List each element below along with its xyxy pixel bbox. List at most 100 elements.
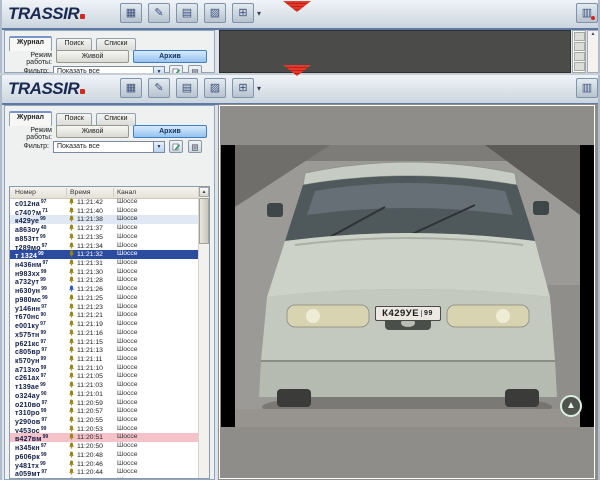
channel-cell: Шоссе: [117, 242, 138, 251]
column-header-time[interactable]: Время: [70, 189, 90, 196]
filter-row: Фильтр: Показать все▼: [5, 140, 214, 155]
column-header-channel[interactable]: Канал: [117, 189, 136, 196]
table-row[interactable]: с805вр97 11:21:13 Шоссе: [10, 346, 199, 355]
filter-delete-button[interactable]: [188, 140, 202, 153]
event-bell-icon: [68, 468, 75, 475]
table-row[interactable]: с740?м71 11:21:40 Шоссе: [10, 207, 199, 216]
filter-edit-button[interactable]: [169, 140, 183, 153]
picture-icon[interactable]: ▨: [204, 3, 226, 23]
column-header-plate[interactable]: Номер: [15, 189, 36, 196]
event-bell-icon: [68, 276, 75, 283]
filter-select[interactable]: Показать все▼: [53, 141, 165, 153]
video-view-top[interactable]: [219, 30, 571, 73]
table-row[interactable]: с012на97 11:21:42 Шоссе: [10, 198, 199, 207]
table-row[interactable]: у290ов97 11:20:55 Шоссе: [10, 416, 199, 425]
side-panel-icon[interactable]: ▥: [576, 78, 598, 98]
side-panel-icon[interactable]: ▥: [576, 3, 598, 23]
table-row[interactable]: н436нм97 11:21:31 Шоссе: [10, 259, 199, 268]
table-row[interactable]: а059мт97 11:20:44 Шоссе: [10, 468, 199, 477]
table-row[interactable]: р980мс99 11:21:25 Шоссе: [10, 294, 199, 303]
event-bell-icon: [68, 390, 75, 397]
archive-button[interactable]: Архив: [133, 125, 207, 138]
edit-icon[interactable]: ✎: [148, 3, 170, 23]
layout-grid-icon[interactable]: ▦: [120, 3, 142, 23]
watermark-logo-icon: ▲: [560, 395, 582, 417]
record-dot-icon: [591, 16, 595, 20]
table-row[interactable]: у453ос99 11:20:53 Шоссе: [10, 425, 199, 434]
table-row[interactable]: н345кн97 11:20:50 Шоссе: [10, 442, 199, 451]
journal-icon[interactable]: ▤: [176, 3, 198, 23]
channel-cell: Шоссе: [117, 460, 138, 469]
event-bell-icon: [68, 215, 75, 222]
grid-menu-icon[interactable]: ⊞: [232, 3, 254, 23]
picture-icon[interactable]: ▨: [204, 78, 226, 98]
pencil-icon: [172, 68, 180, 73]
menu-caret-icon[interactable]: ▾: [257, 9, 261, 18]
table-row[interactable]: о210во97 11:20:59 Шоссе: [10, 399, 199, 408]
table-row[interactable]: е001ку97 11:21:19 Шоссе: [10, 320, 199, 329]
table-row[interactable]: т 132499 11:21:32 Шоссе: [10, 250, 199, 259]
channel-cell: Шоссе: [117, 425, 138, 434]
screen: TRASSIR ▦ ✎ ▤ ▨ ⊞ ▾ ▥ Журнал Поиск Списк…: [0, 0, 600, 480]
table-row[interactable]: в853тт99 11:21:35 Шоссе: [10, 233, 199, 242]
event-bell-icon: [68, 329, 75, 336]
channel-cell: Шоссе: [117, 355, 138, 364]
table-row[interactable]: х575тн99 11:21:16 Шоссе: [10, 329, 199, 338]
scroll-up-icon[interactable]: ▲: [199, 187, 209, 197]
channel-cell: Шоссе: [117, 233, 138, 242]
time-cell: 11:20:42: [68, 477, 103, 478]
filmstrip-scrollbar[interactable]: ▲: [587, 30, 599, 73]
table-row[interactable]: т139ае99 11:21:03 Шоссе: [10, 381, 199, 390]
event-bell-icon: [68, 268, 75, 275]
table-row[interactable]: в427вм99 11:20:51 Шоссе: [10, 433, 199, 442]
table-row[interactable]: т158хо99 11:20:42 Шоссе: [10, 477, 199, 478]
grid-menu-icon[interactable]: ⊞: [232, 78, 254, 98]
table-row[interactable]: т310ро99 11:20:57 Шоссе: [10, 407, 199, 416]
channel-cell: Шоссе: [117, 390, 138, 399]
channel-cell: Шоссе: [117, 407, 138, 416]
table-row[interactable]: с261ах97 11:21:05 Шоссе: [10, 372, 199, 381]
event-bell-icon: [68, 381, 75, 388]
layout-grid-icon[interactable]: ▦: [120, 78, 142, 98]
menu-caret-icon[interactable]: ▾: [257, 84, 261, 93]
live-button[interactable]: Живой: [56, 125, 129, 138]
video-panel[interactable]: К429УЕ99 ▲: [218, 104, 598, 480]
filter-delete-button[interactable]: [188, 65, 202, 73]
table-row[interactable]: к570ун99 11:21:11 Шоссе: [10, 355, 199, 364]
table-row[interactable]: р621кс97 11:21:15 Шоссе: [10, 338, 199, 347]
table-scrollbar[interactable]: ▲: [198, 187, 209, 478]
trassir-logo: TRASSIR: [8, 4, 85, 24]
filter-edit-button[interactable]: [169, 65, 183, 73]
table-row[interactable]: н983хх99 11:21:30 Шоссе: [10, 268, 199, 277]
table-row[interactable]: а863оу40 11:21:37 Шоссе: [10, 224, 199, 233]
event-bell-icon: [68, 399, 75, 406]
live-button[interactable]: Живой: [56, 50, 129, 63]
plates-table: Номер Время Канал с012на97 11:21:42 Шосс…: [9, 186, 210, 479]
filter-select[interactable]: Показать все▼: [53, 66, 165, 73]
table-row[interactable]: к429уе99 11:21:38 Шоссе: [10, 215, 199, 224]
event-bell-icon: [68, 207, 75, 214]
table-row[interactable]: т289мо97 11:21:34 Шоссе: [10, 242, 199, 251]
titlebar: TRASSIR ▦ ✎ ▤ ▨ ⊞ ▾ ▥: [2, 75, 598, 105]
dropdown-arrow-icon[interactable]: ▼: [153, 142, 164, 152]
dropdown-arrow-icon[interactable]: ▼: [153, 67, 164, 73]
table-row[interactable]: у146нн97 11:21:23 Шоссе: [10, 303, 199, 312]
channel-cell: Шоссе: [117, 285, 138, 294]
event-bell-icon: [68, 250, 75, 257]
filmstrip[interactable]: [572, 30, 586, 73]
trash-icon: [191, 68, 199, 73]
table-row[interactable]: а732ут99 11:21:28 Шоссе: [10, 276, 199, 285]
table-row[interactable]: о324ау90 11:21:01 Шоссе: [10, 390, 199, 399]
channel-cell: Шоссе: [117, 303, 138, 312]
table-row[interactable]: р606рк99 11:20:48 Шоссе: [10, 451, 199, 460]
table-row[interactable]: у481тх99 11:20:46 Шоссе: [10, 460, 199, 469]
table-row[interactable]: а713хо99 11:21:10 Шоссе: [10, 364, 199, 373]
archive-button[interactable]: Архив: [133, 50, 207, 63]
edit-icon[interactable]: ✎: [148, 78, 170, 98]
event-bell-icon: [68, 294, 75, 301]
table-row[interactable]: н630ун99 11:21:26 Шоссе: [10, 285, 199, 294]
table-row[interactable]: т670нс90 11:21:21 Шоссе: [10, 311, 199, 320]
channel-cell: Шоссе: [117, 294, 138, 303]
journal-icon[interactable]: ▤: [176, 78, 198, 98]
scrollbar-thumb[interactable]: [199, 198, 209, 244]
